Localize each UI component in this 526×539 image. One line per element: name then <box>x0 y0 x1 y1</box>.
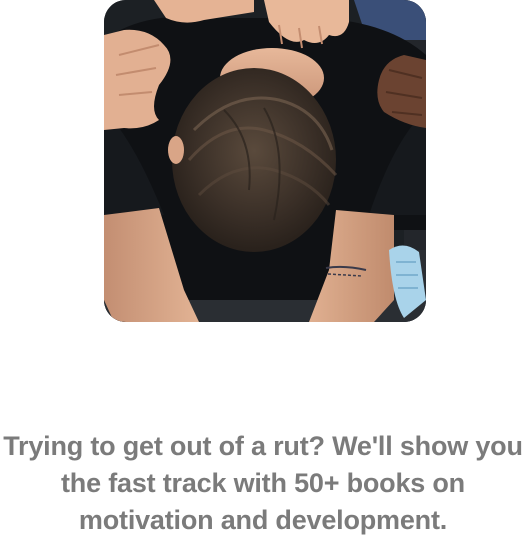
onboarding-caption: Trying to get out of a rut? We'll show y… <box>3 431 523 535</box>
hero-image <box>104 0 426 322</box>
photo-illustration <box>104 0 426 322</box>
